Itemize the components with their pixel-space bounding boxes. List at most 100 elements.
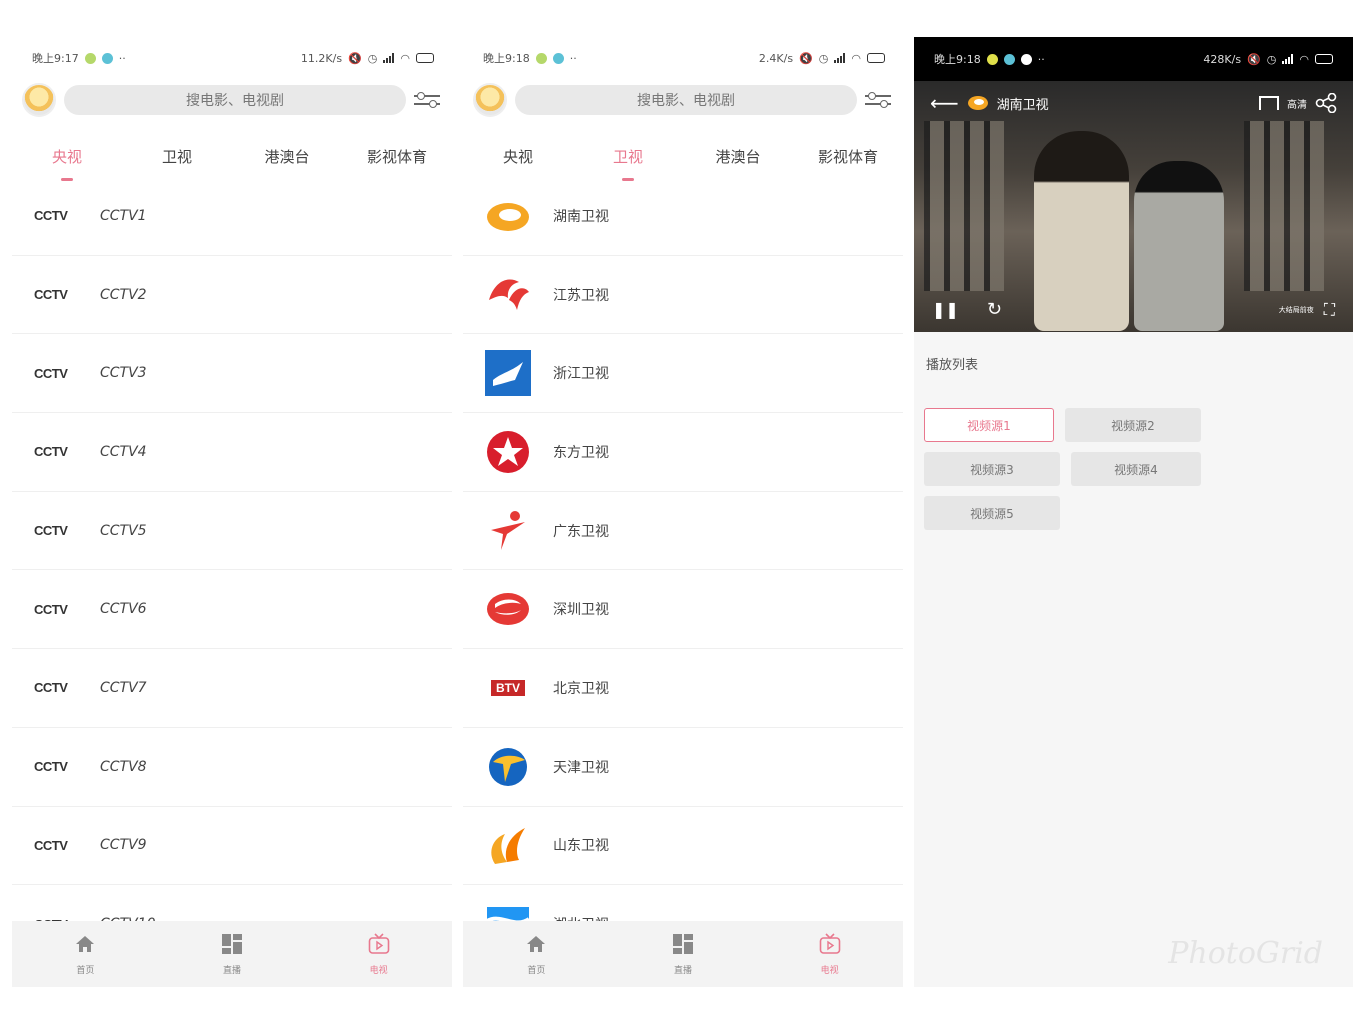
channel-row-cctv[interactable]: CCTV CCTV6: [12, 570, 452, 650]
channel-name: CCTV8: [100, 758, 147, 775]
signal-icon: [1282, 54, 1294, 64]
channel-row-beijing[interactable]: BTV 北京卫视: [463, 649, 903, 728]
filter-icon[interactable]: [414, 87, 440, 113]
channel-name: 湖南卫视: [553, 208, 609, 225]
search-input[interactable]: 搜电影、电视剧: [64, 85, 406, 115]
channel-name: 浙江卫视: [553, 366, 609, 383]
cctv-logo-icon: CCTV: [34, 759, 68, 775]
app-notification-icon: [986, 53, 998, 65]
channel-row-jiangsu[interactable]: 江苏卫视: [463, 256, 903, 335]
source-button-1[interactable]: 视频源1: [924, 408, 1054, 442]
channel-row-cctv[interactable]: CCTV CCTV3: [12, 334, 452, 414]
filter-icon[interactable]: [865, 87, 891, 113]
back-arrow-icon[interactable]: ⟵: [930, 91, 959, 115]
cctv-panel: 晚上9:17 ·· 11.2K/s 🔇 ◷ ◠ 搜电影、电视剧 央视 卫视 港澳…: [12, 37, 452, 987]
channel-row-cctv[interactable]: CCTV CCTV7: [12, 649, 452, 728]
channel-row-cctv[interactable]: CCTV CCTV1: [12, 177, 452, 256]
search-input[interactable]: 搜电影、电视剧: [515, 85, 857, 115]
btv-logo-text: BTV: [491, 679, 525, 696]
refresh-icon[interactable]: ↻: [987, 299, 1002, 320]
share-icon[interactable]: [1315, 93, 1337, 113]
status-bar: 晚上9:17 ·· 11.2K/s 🔇 ◷ ◠: [12, 37, 452, 79]
channel-row-dongfang[interactable]: 东方卫视: [463, 413, 903, 492]
wifi-icon: ◠: [400, 51, 410, 65]
source-button-5[interactable]: 视频源5: [924, 496, 1060, 530]
network-speed: 428K/s: [1203, 52, 1242, 66]
cast-icon[interactable]: [1259, 96, 1279, 110]
channel-row-shenzhen[interactable]: 深圳卫视: [463, 570, 903, 650]
source-button-4[interactable]: 视频源4: [1071, 452, 1201, 486]
browser-notification-icon: [101, 52, 113, 64]
grid-icon: [222, 933, 242, 954]
network-speed: 11.2K/s: [300, 51, 343, 65]
status-time: 晚上9:18: [934, 53, 981, 66]
alarm-icon: ◷: [367, 51, 378, 65]
channel-name: CCTV3: [100, 365, 147, 382]
alarm-icon: ◷: [818, 51, 829, 65]
cctv-logo-icon: CCTV: [34, 601, 68, 617]
channel-row-shandong[interactable]: 山东卫视: [463, 807, 903, 886]
channel-row-cctv[interactable]: CCTV CCTV8: [12, 728, 452, 807]
tab-cctv[interactable]: 央视: [463, 146, 573, 167]
battery-icon: [416, 53, 434, 63]
cctv-logo-icon: CCTV: [34, 208, 68, 224]
search-row: 搜电影、电视剧: [463, 79, 903, 121]
channel-row-cctv[interactable]: CCTV CCTV2: [12, 256, 452, 335]
battery-icon: [1315, 54, 1333, 64]
source-button-3[interactable]: 视频源3: [924, 452, 1060, 486]
tab-cctv[interactable]: 央视: [12, 146, 122, 181]
nav-live[interactable]: 直播: [159, 921, 306, 987]
channel-row-tianjin[interactable]: 天津卫视: [463, 728, 903, 807]
player-panel: 晚上9:18 ·· 428K/s 🔇 ◷ ◠ ⟵ 湖南卫视 高清 ❚❚ ↻ 大结…: [914, 37, 1353, 987]
mute-icon: 🔇: [1247, 52, 1261, 66]
nav-live-label: 直播: [223, 965, 242, 976]
more-notifications-icon: ··: [569, 51, 577, 65]
channel-row-cctv[interactable]: CCTV CCTV9: [12, 807, 452, 886]
tab-hk-macao-taiwan[interactable]: 港澳台: [683, 146, 793, 167]
avatar[interactable]: [22, 83, 56, 117]
browser-notification-icon: [552, 52, 564, 64]
cctv-logo-icon: CCTV: [34, 444, 68, 460]
battery-icon: [867, 53, 885, 63]
tab-satellite[interactable]: 卫视: [122, 146, 232, 167]
quality-button[interactable]: 高清: [1287, 96, 1307, 111]
channel-row-zhejiang[interactable]: 浙江卫视: [463, 334, 903, 414]
source-button-2[interactable]: 视频源2: [1065, 408, 1201, 442]
photogrid-watermark: PhotoGrid: [1168, 936, 1323, 971]
tv-icon: [819, 932, 840, 954]
status-time: 晚上9:17: [32, 52, 79, 65]
avatar[interactable]: [473, 83, 507, 117]
fullscreen-icon[interactable]: ⛶: [1324, 300, 1335, 320]
app-notification-icon: [535, 52, 547, 64]
video-player[interactable]: ⟵ 湖南卫视 高清 ❚❚ ↻ 大结局前夜 ⛶: [914, 81, 1353, 332]
pause-icon[interactable]: ❚❚: [932, 300, 959, 319]
nav-tv-label: 电视: [820, 965, 839, 976]
channel-row-hunan[interactable]: 湖南卫视: [463, 177, 903, 256]
nav-live[interactable]: 直播: [610, 921, 757, 987]
tab-film-sports[interactable]: 影视体育: [793, 146, 903, 167]
tab-satellite[interactable]: 卫视: [573, 146, 683, 181]
channel-name: CCTV5: [100, 522, 147, 539]
tab-hk-macao-taiwan[interactable]: 港澳台: [232, 146, 342, 167]
nav-tv[interactable]: 电视: [305, 921, 452, 987]
more-notifications-icon: ··: [1037, 52, 1045, 66]
channel-row-cctv[interactable]: CCTV CCTV5: [12, 492, 452, 571]
nav-home[interactable]: 首页: [12, 921, 159, 987]
shenzhen-tv-logo-icon: [487, 593, 529, 626]
home-icon: [527, 935, 546, 952]
channel-row-guangdong[interactable]: 广东卫视: [463, 492, 903, 571]
cctv-logo-icon: CCTV: [34, 365, 68, 381]
player-top-bar: ⟵ 湖南卫视 高清: [930, 91, 1337, 115]
nav-tv[interactable]: 电视: [756, 921, 903, 987]
satellite-panel: 晚上9:18 ·· 2.4K/s 🔇 ◷ ◠ 搜电影、电视剧 央视 卫视 港澳台…: [463, 37, 903, 987]
channel-row-cctv[interactable]: CCTV CCTV4: [12, 413, 452, 492]
shandong-tv-logo-icon: [491, 828, 525, 865]
nav-home[interactable]: 首页: [463, 921, 610, 987]
category-tabs: 央视 卫视 港澳台 影视体育: [12, 121, 452, 185]
channel-name: 天津卫视: [553, 759, 609, 776]
tv-icon: [368, 932, 389, 954]
tab-film-sports[interactable]: 影视体育: [342, 146, 452, 167]
channel-name: 广东卫视: [553, 523, 609, 540]
cctv-logo-icon: CCTV: [34, 837, 68, 853]
channel-name: CCTV2: [100, 286, 147, 303]
